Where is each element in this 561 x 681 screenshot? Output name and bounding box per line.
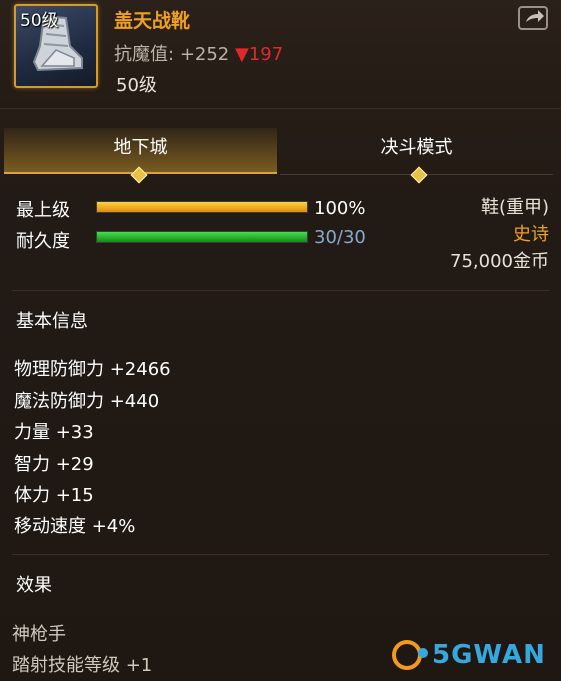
attribute-line: 魔法防御力 +440: [14, 391, 160, 412]
site-watermark: 5GWAN: [392, 636, 560, 676]
attribute-line: 智力 +29: [14, 454, 94, 475]
durability-label: 耐久度: [16, 231, 70, 252]
attribute-line: 力量 +33: [14, 422, 94, 443]
resist-label: 抗魔值:: [114, 44, 175, 65]
durability-bar-fill: [97, 232, 307, 242]
item-tooltip-panel: 50级 盖天战靴 抗魔值: +252 ▼197 50级 地下城 决斗模式 最上级…: [0, 0, 561, 681]
watermark-dot-icon: [418, 648, 428, 658]
effect-line: 神枪手: [12, 624, 66, 645]
resist-value: +252: [179, 44, 230, 65]
divider: [12, 554, 549, 555]
effect-line: 踏射技能等级 +1: [12, 655, 153, 676]
durability-value: 30/30: [314, 227, 366, 248]
max-level-bar: [96, 201, 308, 213]
divider: [12, 290, 549, 291]
watermark-text: 5GWAN: [432, 640, 546, 670]
attribute-line: 体力 +15: [14, 485, 94, 506]
max-level-label: 最上级: [16, 200, 70, 221]
item-name: 盖天战靴: [114, 10, 191, 32]
item-level-badge: 50级: [20, 11, 59, 31]
share-button[interactable]: [518, 6, 548, 30]
attribute-line: 物理防御力 +2466: [14, 359, 171, 380]
basic-info-title: 基本信息: [16, 311, 88, 332]
max-level-bar-fill: [97, 202, 307, 212]
mode-tabs: 地下城 决斗模式: [4, 128, 557, 184]
item-header: 50级 盖天战靴 抗魔值: +252 ▼197 50级: [0, 0, 561, 109]
attribute-line: 移动速度 +4%: [14, 516, 136, 537]
durability-bar: [96, 231, 308, 243]
effects-title: 效果: [16, 575, 52, 596]
resist-line: 抗魔值: +252 ▼197: [114, 40, 283, 66]
item-rarity: 史诗: [513, 224, 549, 245]
item-price: 75,000金币: [450, 251, 549, 272]
resist-down-value: ▼197: [235, 44, 284, 65]
required-level: 50级: [116, 75, 157, 96]
max-level-value: 100%: [314, 198, 366, 219]
item-type: 鞋(重甲): [480, 197, 549, 218]
share-icon: [526, 10, 544, 22]
